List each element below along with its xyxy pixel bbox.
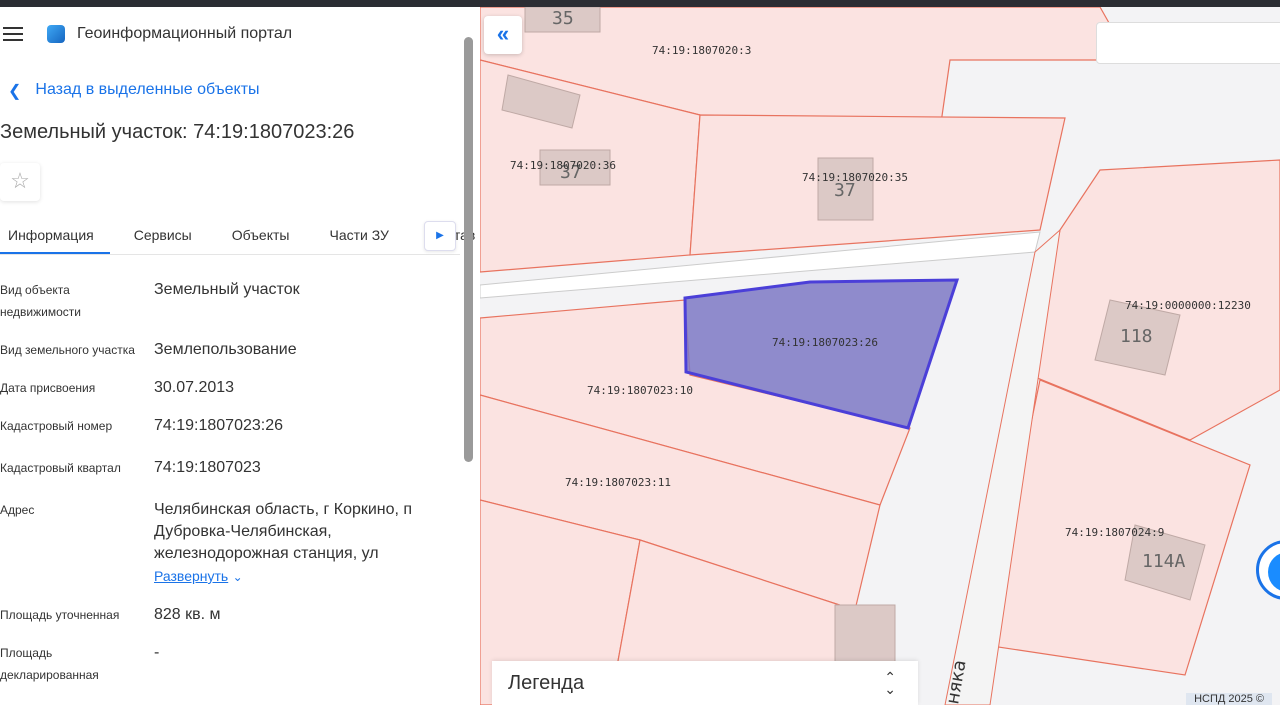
portal-logo-icon: [47, 25, 65, 43]
back-link-label: Назад в выделенные объекты: [35, 81, 260, 98]
attr-value: 30.07.2013: [154, 379, 235, 396]
building-label: 35: [552, 8, 574, 29]
attr-key: Вид земельного участка: [0, 343, 135, 357]
parcel-label: 74:19:1807020:35: [802, 171, 908, 184]
attr-key: Площадь декларированная: [0, 646, 99, 682]
map-attribution: НСПД 2025 ©: [1186, 693, 1272, 705]
building: [834, 604, 896, 666]
attr-key: Кадастровый квартал: [0, 461, 121, 475]
legend-label: Легенда: [508, 672, 585, 694]
chevron-left-icon: ❮: [8, 83, 22, 100]
attr-row: Площадь декларированная -: [0, 642, 460, 686]
expand-collapse-icon: ⌃ ⌄: [884, 669, 896, 697]
tabs-next-button[interactable]: ▶: [424, 221, 456, 251]
parcel-label: 74:19:1807023:10: [587, 384, 693, 397]
chevron-down-icon: ⌄: [232, 570, 243, 584]
attr-row: Площадь уточненная 828 кв. м: [0, 604, 460, 626]
attr-value: -: [154, 644, 160, 661]
attr-value: Челябинская область, г Коркино, п Дубров…: [154, 499, 444, 588]
favorite-star-icon[interactable]: ☆: [0, 163, 40, 201]
parcel-label: 74:19:1807023:11: [565, 476, 671, 489]
attr-key: Площадь уточненная: [0, 608, 120, 622]
tab-objects[interactable]: Объекты: [208, 217, 306, 254]
attr-row: Адрес Челябинская область, г Коркино, п Д…: [0, 499, 460, 588]
expand-link[interactable]: Развернуть: [154, 568, 228, 584]
browser-top-bar: [0, 0, 1280, 7]
attr-value: 74:19:1807023: [154, 459, 261, 476]
tab-bar: Информация Сервисы Объекты Части ЗУ Сост…: [0, 217, 475, 255]
tab-parts[interactable]: Части ЗУ: [305, 217, 404, 254]
parcel-label: 74:19:1807020:3: [652, 44, 751, 57]
page-title: Земельный участок: 74:19:1807023:26: [0, 121, 355, 143]
attr-key: Адрес: [0, 503, 35, 517]
parcel-label: 74:19:1807024:9: [1065, 526, 1164, 539]
attr-value: 828 кв. м: [154, 606, 221, 623]
attr-key: Дата присвоения: [0, 381, 96, 395]
map-svg: 35 37 37 118 114А 74:19:1807020:3 74:19:…: [480, 7, 1280, 705]
attr-value: Землепользование: [154, 341, 297, 358]
attr-row: Вид объекта недвижимости Земельный участо…: [0, 279, 460, 323]
building-label: 118: [1120, 326, 1153, 347]
attr-row: Кадастровый номер 74:19:1807023:26: [0, 415, 460, 437]
attr-key: Вид объекта недвижимости: [0, 283, 81, 319]
app-title: Геоинформационный портал: [77, 25, 293, 42]
scrollbar-thumb[interactable]: [464, 37, 473, 462]
attr-key: Кадастровый номер: [0, 419, 113, 433]
map-search-input[interactable]: [1096, 22, 1280, 64]
collapse-panel-button[interactable]: «: [484, 16, 522, 54]
parcel: [689, 114, 1066, 256]
attr-row: Кадастровый квартал 74:19:1807023: [0, 457, 460, 479]
attr-value: 74:19:1807023:26: [154, 417, 284, 434]
parcel-label: 74:19:0000000:12230: [1125, 299, 1251, 312]
menu-icon[interactable]: [3, 27, 23, 41]
attr-value: Земельный участок: [154, 281, 300, 298]
panel-scrollbar[interactable]: [463, 37, 473, 705]
map-canvas[interactable]: 35 37 37 118 114А 74:19:1807020:3 74:19:…: [480, 7, 1280, 705]
parcel-label: 74:19:1807023:26: [772, 336, 878, 349]
building-label: 114А: [1142, 551, 1186, 572]
tab-info[interactable]: Информация: [0, 217, 110, 254]
parcel-label: 74:19:1807020:36: [510, 159, 616, 172]
locate-icon: [1268, 552, 1280, 592]
attribute-list: Вид объекта недвижимости Земельный участо…: [0, 279, 460, 702]
attr-row: Дата присвоения 30.07.2013: [0, 377, 460, 399]
attr-row: Вид земельного участка Землепользование: [0, 339, 460, 361]
address-text: Челябинская область, г Коркино, п Дубров…: [154, 501, 413, 562]
tab-services[interactable]: Сервисы: [110, 217, 208, 254]
info-panel: Геоинформационный портал ❮ Назад в выделе…: [0, 7, 480, 705]
legend-dropdown[interactable]: Легенда ⌃ ⌄: [492, 661, 918, 705]
back-link[interactable]: ❮ Назад в выделенные объекты: [8, 81, 260, 101]
